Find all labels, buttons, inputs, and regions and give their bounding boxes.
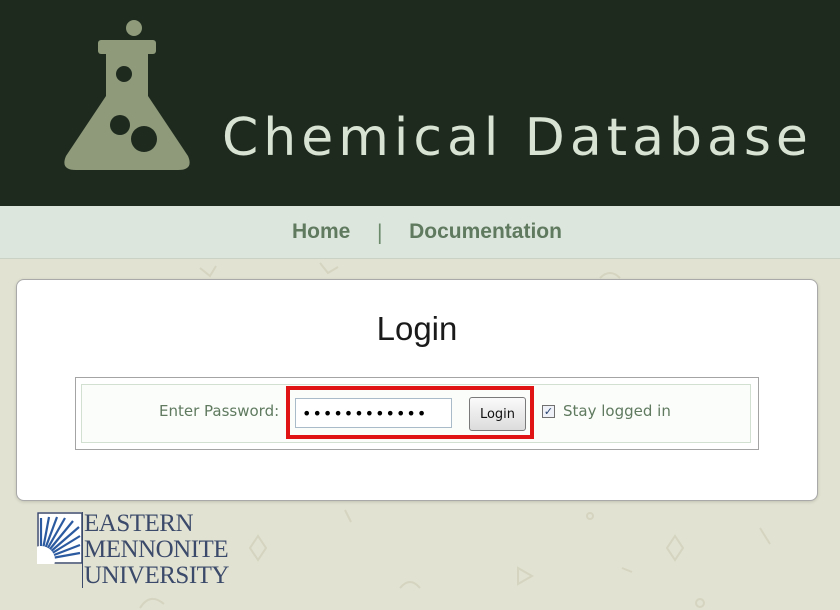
nav-separator: | <box>376 220 384 244</box>
password-label: Enter Password: <box>159 402 280 420</box>
university-logo-icon <box>37 512 83 564</box>
stay-logged-in-label[interactable]: Stay logged in <box>563 402 671 420</box>
site-header: Chemical Database <box>0 0 840 206</box>
wordmark-line-3: UNIVERSITY <box>84 562 230 589</box>
stay-logged-in-checkbox[interactable]: ✓ <box>542 405 555 418</box>
main-nav: Home | Documentation <box>0 206 840 259</box>
logo-divider <box>82 512 83 588</box>
site-title: Chemical Database <box>222 108 813 168</box>
flask-icon <box>64 20 190 170</box>
login-title: Login <box>376 310 458 347</box>
annotation-highlight-box <box>286 386 534 439</box>
nav-documentation-link[interactable]: Documentation <box>409 220 562 244</box>
university-wordmark: EASTERN MENNONITE UNIVERSITY <box>84 510 230 589</box>
wordmark-line-2: MENNONITE <box>84 536 229 563</box>
nav-home-link[interactable]: Home <box>292 220 350 244</box>
wordmark-line-1: EASTERN <box>84 510 194 537</box>
